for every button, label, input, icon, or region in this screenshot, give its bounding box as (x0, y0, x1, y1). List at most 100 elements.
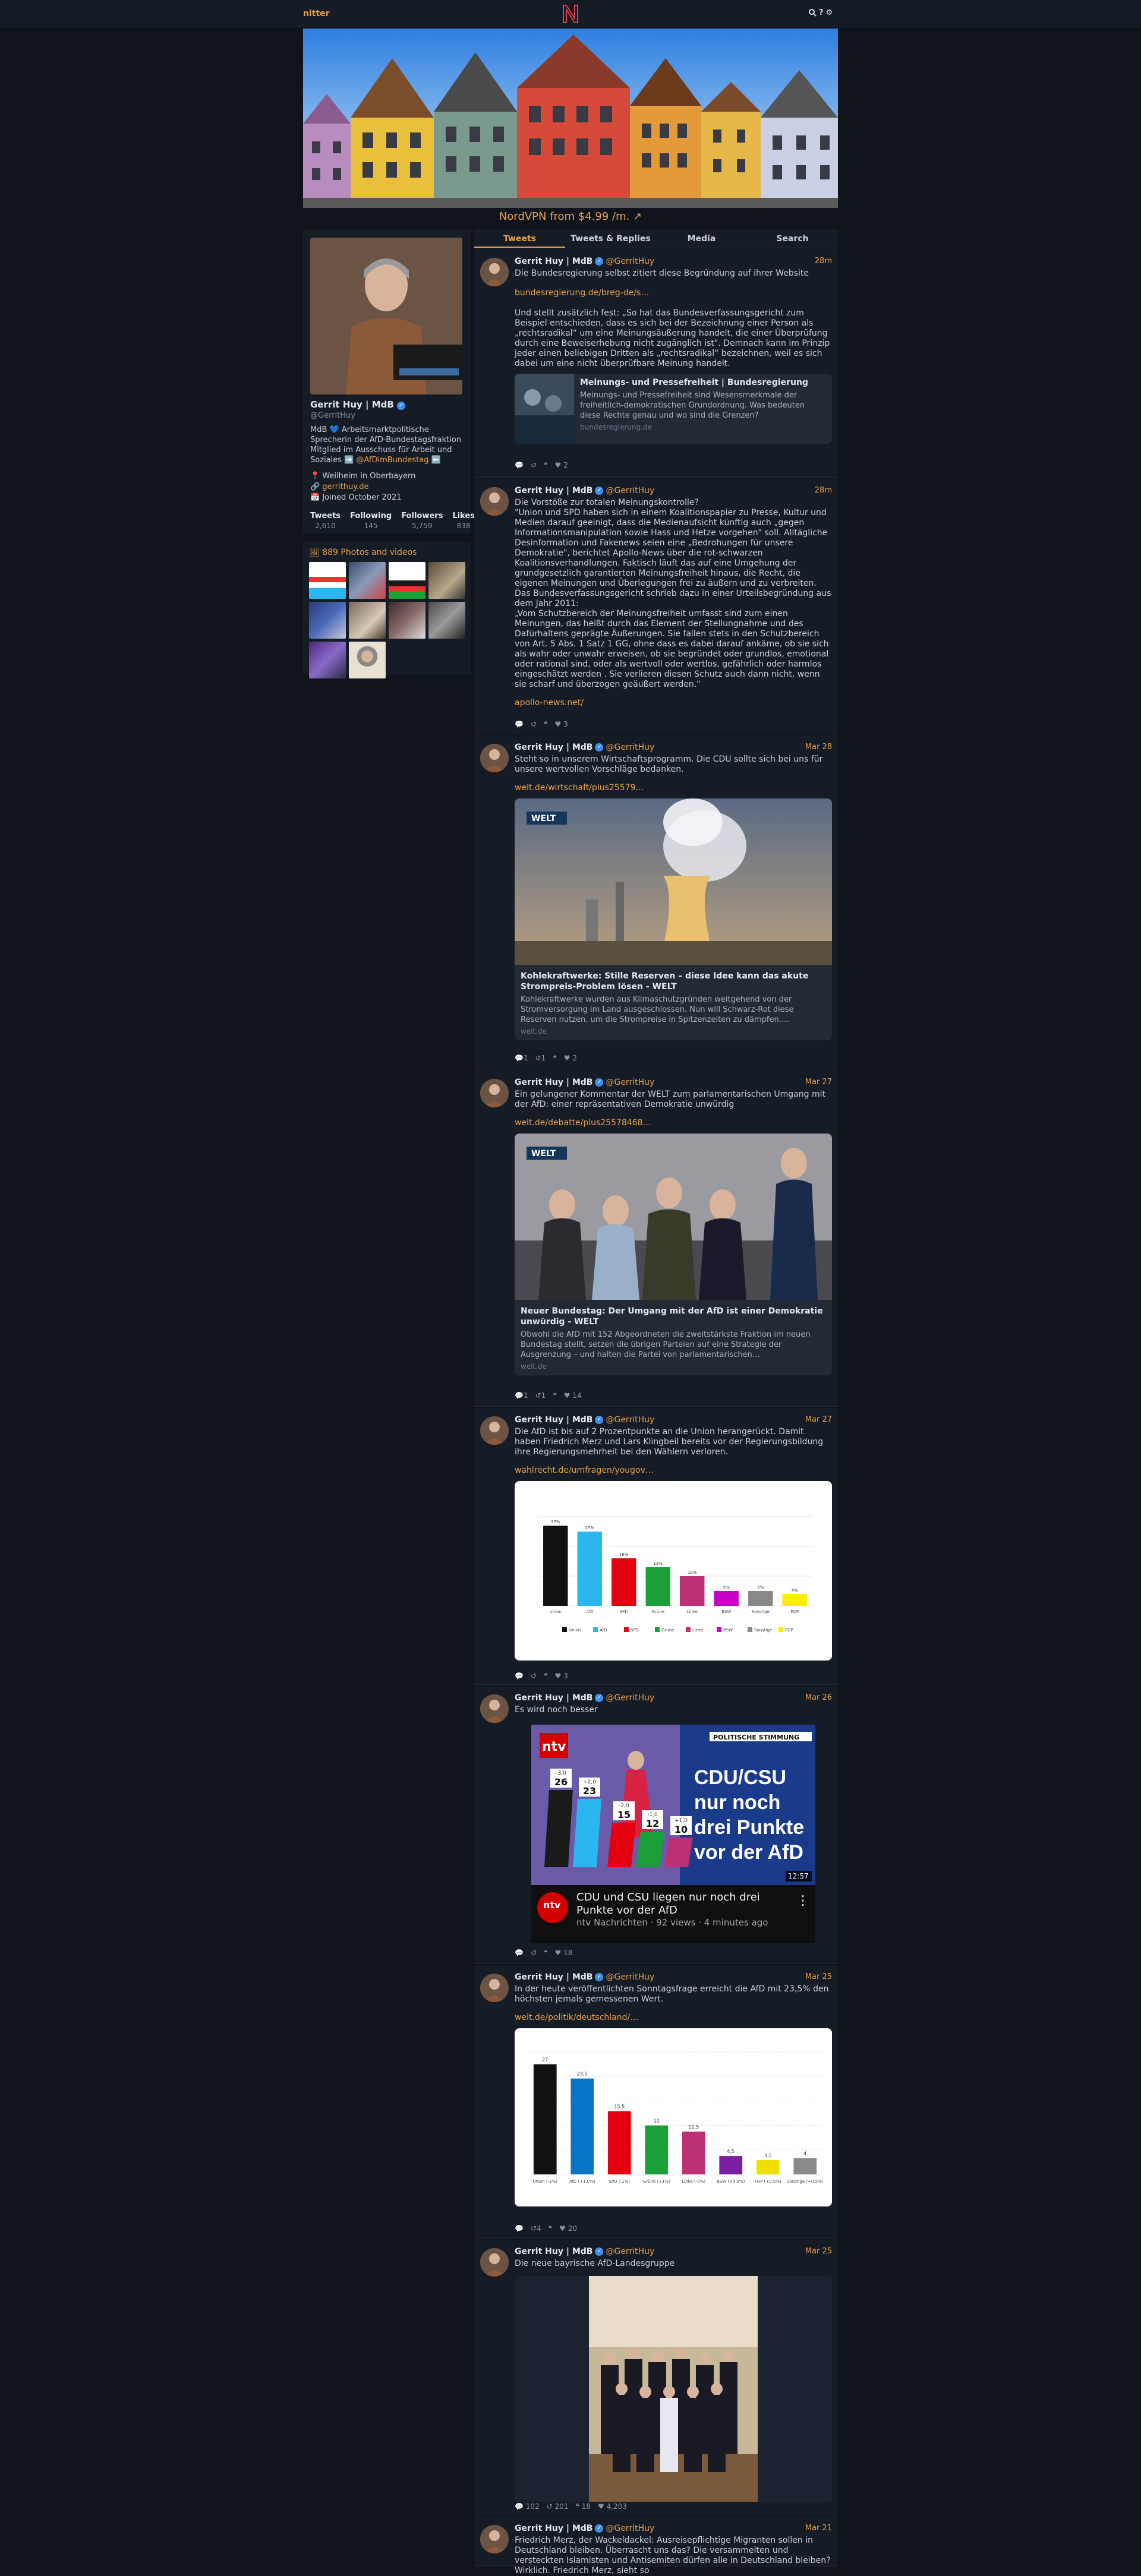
photo-thumb[interactable] (309, 642, 346, 678)
tweet-avatar[interactable] (480, 487, 509, 516)
tweet-date[interactable]: 28m (815, 257, 832, 266)
tweet[interactable]: Gerrit Huy | MdB ✓ @GerritHuy Mar 25 Die n… (474, 2240, 838, 2515)
quote-icon[interactable]: ❝ (544, 1672, 547, 1680)
tweet[interactable]: Gerrit Huy | MdB ✓ @GerritHuy Mar 27 Die A… (474, 1408, 838, 1685)
tweet-avatar[interactable] (480, 2525, 509, 2553)
photo-thumb[interactable] (389, 602, 425, 639)
reply-icon[interactable]: 💬1 (515, 1391, 528, 1400)
stat-tweets[interactable]: Tweets 2,610 (310, 512, 341, 530)
tweet[interactable]: Gerrit Huy | MdB ✓ @GerritHuy Mar 26 Es wi… (474, 1686, 838, 1964)
reply-icon[interactable]: 💬 (515, 720, 524, 728)
tweet-photo[interactable] (589, 2276, 758, 2502)
poll-chart-image[interactable]: 27% Union 25% AfD 16% SPD 13% Grüne 10% Linke 5% BS… (515, 1481, 832, 1660)
photo-thumb[interactable] (389, 562, 425, 599)
stat-likes[interactable]: Likes 838 (452, 512, 475, 530)
tweet[interactable]: Gerrit Huy | MdB ✓ @GerritHuy Mar 25 In de… (474, 1965, 838, 2239)
tweet-author-name[interactable]: Gerrit Huy | MdB (515, 1972, 592, 1982)
like-icon[interactable]: ♥ 18 (554, 1949, 572, 1957)
stat-followers[interactable]: Followers 5,759 (401, 512, 443, 530)
like-icon[interactable]: ♥ 14 (564, 1391, 582, 1400)
quote-icon[interactable]: ❝ (544, 461, 547, 469)
tweet-avatar[interactable] (480, 1974, 509, 2002)
reply-icon[interactable]: 💬 (515, 461, 524, 469)
tweet[interactable]: Gerrit Huy | MdB ✓ @GerritHuy 28m Die Bund… (474, 250, 838, 478)
tweet[interactable]: Gerrit Huy | MdB ✓ @GerritHuy 28m Die Vors… (474, 479, 838, 734)
tweet-date[interactable]: Mar 27 (805, 1078, 832, 1087)
retweet-icon[interactable]: ↺1 (535, 1054, 546, 1062)
quote-icon[interactable]: ❝ 18 (575, 2502, 591, 2511)
retweet-icon[interactable]: ↺ (531, 720, 537, 728)
tweet-date[interactable]: Mar 27 (805, 1415, 832, 1424)
tweet-date[interactable]: Mar 26 (805, 1693, 832, 1702)
tweet-author-handle[interactable]: @GerritHuy (606, 486, 654, 495)
promo-banner[interactable]: NordVPN from $4.99 /m. ↗ (303, 210, 838, 223)
tweet-avatar[interactable] (480, 258, 509, 286)
video-embed[interactable]: ntv POLITISCHE STIMMUNG CDU/CSU nur noch… (515, 1725, 832, 1949)
tweet-avatar[interactable] (480, 2248, 509, 2277)
like-icon[interactable]: ♥ 3 (554, 1672, 568, 1680)
retweet-icon[interactable]: ↺1 (535, 1391, 546, 1400)
photo-thumb[interactable] (428, 562, 465, 599)
gear-icon[interactable]: ⚙ (826, 8, 833, 17)
profile-handle[interactable]: @GerritHuy (310, 411, 464, 420)
tweet-link[interactable]: welt.de/politik/deutschland/… (515, 2013, 832, 2022)
tab-tweets-replies[interactable]: Tweets & Replies (565, 229, 656, 248)
tweet-avatar[interactable] (480, 1416, 509, 1445)
quote-icon[interactable]: ❝ (553, 1391, 556, 1400)
link-card[interactable]: WELT Kohlekraftwerke: Stille Reserven – … (515, 798, 832, 1040)
tweet-author-handle[interactable]: @GerritHuy (606, 1415, 654, 1425)
tweet-author-name[interactable]: Gerrit Huy | MdB (515, 2524, 592, 2533)
like-icon[interactable]: ♥ 3 (554, 720, 568, 728)
quote-icon[interactable]: ❝ (553, 1054, 556, 1062)
retweet-icon[interactable]: ↺ (531, 1949, 537, 1957)
tab-tweets[interactable]: Tweets (474, 229, 565, 248)
tweet-link[interactable]: welt.de/wirtschaft/plus25579… (515, 783, 832, 793)
tweet-author-handle[interactable]: @GerritHuy (606, 257, 654, 266)
photo-thumb[interactable] (349, 602, 386, 639)
tweet-link[interactable]: bundesregierung.de/breg-de/s… (515, 288, 832, 298)
photo-thumb[interactable] (309, 602, 346, 639)
retweet-icon[interactable]: ↺ 201 (547, 2502, 569, 2511)
reply-icon[interactable]: 💬 (515, 1949, 524, 1957)
tweet-author-handle[interactable]: @GerritHuy (606, 1078, 654, 1087)
profile-avatar[interactable] (310, 238, 462, 394)
nitter-logo-icon[interactable] (561, 4, 580, 24)
reply-icon[interactable]: 💬1 (515, 1054, 528, 1062)
tweet-date[interactable]: 28m (815, 486, 832, 495)
quote-icon[interactable]: ❝ (544, 720, 547, 728)
video-title[interactable]: CDU und CSU liegen nur noch drei Punkte … (576, 1891, 790, 1917)
tweet-date[interactable]: Mar 28 (805, 743, 832, 752)
tweet-avatar[interactable] (480, 1079, 509, 1107)
channel-avatar[interactable]: ntv (537, 1892, 568, 1923)
tweet-date[interactable]: Mar 21 (805, 2524, 832, 2533)
tab-search[interactable]: Search (747, 229, 838, 248)
photo-thumb[interactable] (349, 642, 386, 678)
like-icon[interactable]: ♥ 2 (554, 461, 568, 469)
brand-link[interactable]: nitter (303, 9, 330, 18)
photo-thumb[interactable] (428, 602, 465, 639)
tweet-author-handle[interactable]: @GerritHuy (606, 1972, 654, 1982)
tweet-author-name[interactable]: Gerrit Huy | MdB (515, 1693, 592, 1703)
photo-thumb[interactable] (309, 562, 346, 599)
photo-rail-title[interactable]: 🖼 889 Photos and videos (309, 548, 465, 557)
link-card[interactable]: Meinungs- und Pressefreiheit | Bundesreg… (515, 374, 832, 444)
tweet-link[interactable]: welt.de/debatte/plus25578468… (515, 1118, 832, 1128)
tweet-author-name[interactable]: Gerrit Huy | MdB (515, 743, 592, 752)
more-options-icon[interactable]: ⋮ (796, 1893, 809, 1908)
tweet-date[interactable]: Mar 25 (805, 2247, 832, 2256)
photo-thumb[interactable] (349, 562, 386, 599)
tab-media[interactable]: Media (656, 229, 747, 248)
tweet-date[interactable]: Mar 25 (805, 1972, 832, 1981)
help-icon[interactable]: ? (819, 8, 824, 17)
video-thumbnail[interactable]: ntv POLITISCHE STIMMUNG CDU/CSU nur noch… (531, 1725, 815, 1885)
retweet-icon[interactable]: ↺ (531, 1672, 537, 1680)
like-icon[interactable]: ♥ 2 (564, 1054, 577, 1062)
tweet-author-name[interactable]: Gerrit Huy | MdB (515, 486, 592, 495)
tweet-avatar[interactable] (480, 744, 509, 772)
bio-mention-link[interactable]: @AfDimBundestag (356, 456, 428, 465)
stat-following[interactable]: Following 145 (350, 512, 392, 530)
tweet-link[interactable]: wahlrecht.de/umfragen/yougov… (515, 1466, 832, 1475)
tweet-author-handle[interactable]: @GerritHuy (606, 1693, 654, 1703)
tweet-author-name[interactable]: Gerrit Huy | MdB (515, 257, 592, 266)
reply-icon[interactable]: 💬 102 (515, 2502, 540, 2511)
